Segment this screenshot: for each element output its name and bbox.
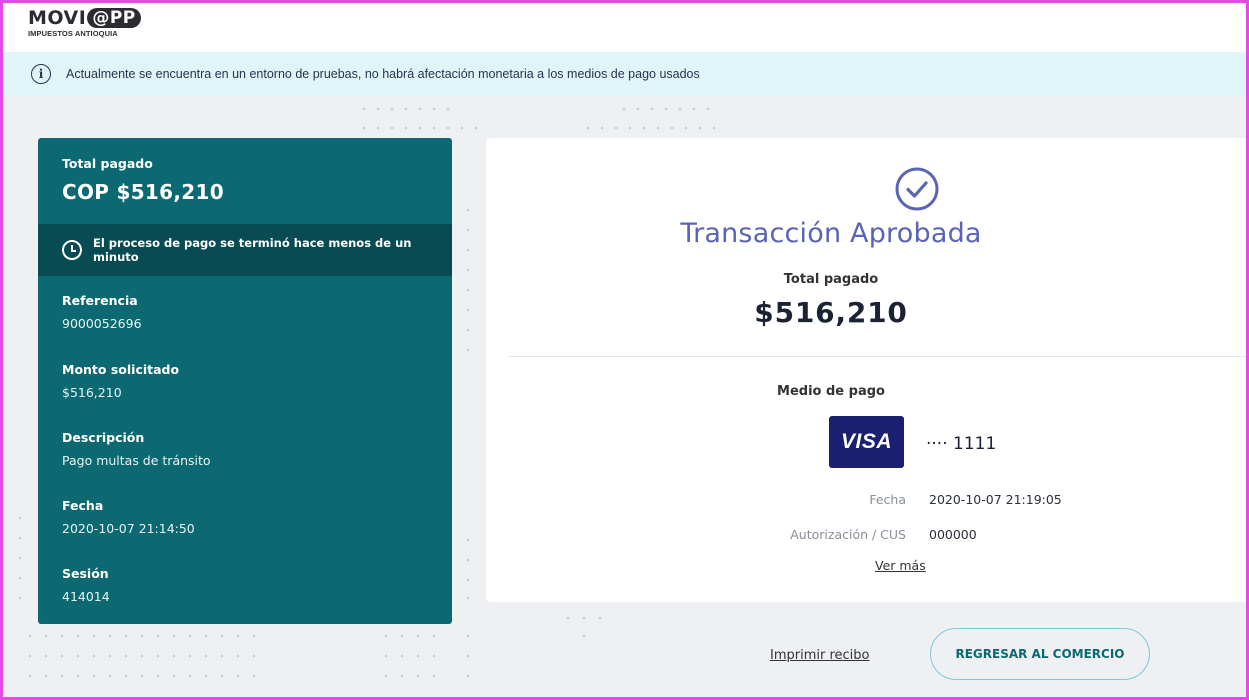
logo-pill-text: @PP bbox=[87, 8, 141, 28]
ver-mas-link[interactable]: Ver más bbox=[875, 558, 926, 573]
field-label: Fecha bbox=[62, 498, 104, 513]
detail-label: Autorización / CUS bbox=[790, 527, 906, 542]
transaction-status-title: Transacción Aprobada bbox=[680, 218, 982, 249]
transaction-result-card: Transacción Aprobada Total pagado $516,2… bbox=[486, 138, 1249, 602]
field-value: $516,210 bbox=[62, 385, 122, 400]
clock-icon bbox=[62, 240, 82, 260]
return-to-merchant-button[interactable]: REGRESAR AL COMERCIO bbox=[930, 628, 1150, 680]
detail-value: 000000 bbox=[929, 527, 977, 542]
field-sesion: Sesión 414014 bbox=[62, 566, 110, 604]
divider bbox=[508, 356, 1249, 357]
test-environment-banner: i Actualmente se encuentra en un entorno… bbox=[3, 52, 1246, 96]
visa-card-icon: VISA bbox=[829, 416, 904, 468]
process-time-notice: El proceso de pago se terminó hace menos… bbox=[38, 224, 452, 276]
field-label: Monto solicitado bbox=[62, 362, 180, 377]
summary-total-value: COP $516,210 bbox=[62, 180, 224, 204]
detail-value: 2020-10-07 21:19:05 bbox=[929, 492, 1062, 507]
print-receipt-link[interactable]: Imprimir recibo bbox=[770, 648, 869, 663]
check-circle-icon bbox=[895, 167, 939, 211]
field-referencia: Referencia 9000052696 bbox=[62, 293, 142, 331]
banner-text: Actualmente se encuentra en un entorno d… bbox=[66, 67, 700, 81]
summary-total-label: Total pagado bbox=[62, 156, 153, 171]
result-total-label: Total pagado bbox=[783, 272, 879, 287]
field-label: Referencia bbox=[62, 293, 138, 308]
field-descripcion: Descripción Pago multas de tránsito bbox=[62, 430, 211, 468]
movi-app-logo: MOVI @PP IMPUESTOS ANTIOQUIA bbox=[28, 8, 141, 38]
payment-method-label: Medio de pago bbox=[777, 384, 885, 399]
field-label: Sesión bbox=[62, 566, 109, 581]
logo-main-text: MOVI bbox=[28, 7, 87, 29]
masked-card-number: ···· 1111 bbox=[926, 434, 997, 454]
field-fecha: Fecha 2020-10-07 21:14:50 bbox=[62, 498, 195, 536]
field-value: Pago multas de tránsito bbox=[62, 453, 211, 468]
process-time-text: El proceso de pago se terminó hace menos… bbox=[93, 236, 412, 264]
logo-subtitle: IMPUESTOS ANTIOQUIA bbox=[28, 29, 118, 38]
field-value: 9000052696 bbox=[62, 316, 142, 331]
detail-label: Fecha bbox=[869, 492, 906, 507]
payment-summary-card: Total pagado COP $516,210 El proceso de … bbox=[38, 138, 452, 624]
app-header: MOVI @PP IMPUESTOS ANTIOQUIA bbox=[0, 0, 1249, 52]
field-value: 414014 bbox=[62, 589, 110, 604]
decorative-dots-top bbox=[362, 107, 716, 130]
result-total-value: $516,210 bbox=[754, 296, 908, 329]
field-monto-solicitado: Monto solicitado $516,210 bbox=[62, 362, 179, 400]
field-value: 2020-10-07 21:14:50 bbox=[62, 521, 195, 536]
info-icon: i bbox=[31, 64, 51, 84]
field-label: Descripción bbox=[62, 430, 145, 445]
